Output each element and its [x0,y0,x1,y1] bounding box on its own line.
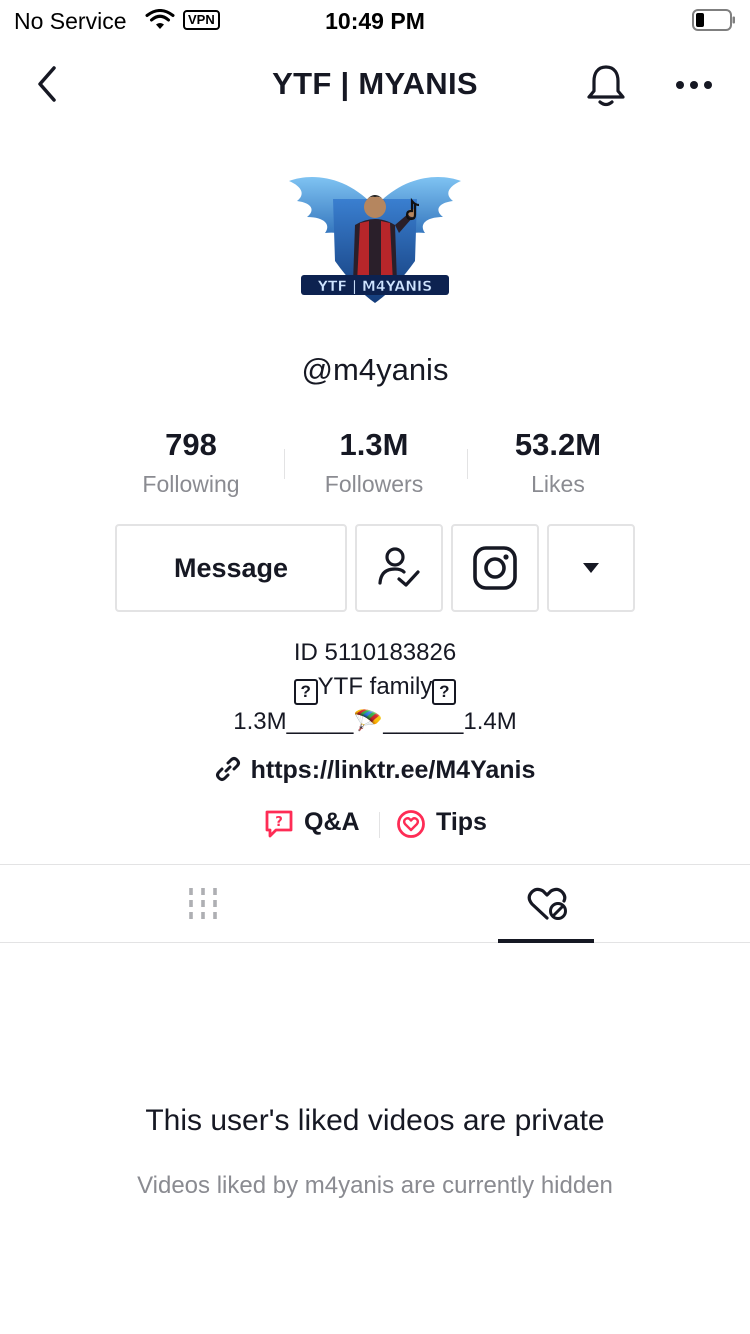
empty-state-subtitle: Videos liked by m4yanis are currently hi… [137,1172,613,1199]
caret-down-icon [583,563,599,573]
unknown-glyph-icon: ? [293,679,318,705]
stat-following[interactable]: 798 Following [96,425,286,503]
clock: 10:49 PM [325,8,425,34]
tab-liked[interactable] [375,865,750,943]
videos-grid-icon [189,888,217,919]
following-status-button[interactable] [355,524,443,612]
bell-icon[interactable] [584,62,628,108]
stat-likes[interactable]: 53.2M Likes [463,425,653,503]
bio-link[interactable]: https://linktr.ee/M4Yanis [0,756,750,785]
instagram-icon [473,546,517,590]
profile-stats: 798 Following 1.3M Followers 53.2M Likes [0,425,750,505]
profile-actions: Message [0,524,750,612]
suggested-accounts-button[interactable] [547,524,635,612]
svg-text:?: ? [275,815,283,830]
qa-label: Q&A [304,808,360,836]
bio-line-milestone: 1.3M_____🪂______1.4M [0,705,750,739]
tips-heart-icon [397,810,425,838]
bio-line-family: ? YTF family? [0,670,750,705]
avatar-logo-text: YTF | M4YANIS [317,279,432,295]
parachute-emoji: 🪂 [353,708,384,735]
following-count: 798 [165,427,217,462]
tab-videos[interactable] [0,865,375,943]
instagram-button[interactable] [451,524,539,612]
likes-count: 53.2M [514,427,602,462]
qa-icon: ? [265,810,293,838]
more-options-icon[interactable] [672,70,716,100]
empty-state-title: This user's liked videos are private [145,1104,605,1137]
following-label: Following [142,471,240,497]
username: @m4yanis [301,352,449,387]
link-icon [215,757,240,781]
profile-bio: ID 5110183826 ? YTF family? 1.3M_____🪂___… [0,636,750,739]
stat-followers[interactable]: 1.3M Followers [279,425,469,503]
extras-divider [379,812,380,838]
bio-family-text: YTF family [317,673,433,700]
followers-label: Followers [324,471,424,497]
unknown-glyph-icon: ? [432,679,457,705]
profile-extras: ? Q&A Tips [0,806,750,842]
active-tab-indicator [498,939,594,943]
message-button[interactable]: Message [115,524,347,612]
avatar[interactable]: YTF | M4YANIS [285,165,465,310]
likes-label: Likes [531,471,585,497]
status-bar: No Service VPN 10:49 PM [0,0,750,40]
battery-icon [692,9,735,31]
user-check-icon [378,547,420,587]
bio-milestone-end: ______1.4M [383,708,517,735]
bio-line-id: ID 5110183826 [293,639,457,666]
tips-label: Tips [436,808,487,836]
followers-count: 1.3M [339,427,409,462]
private-liked-icon [527,887,567,920]
tabs-divider [0,942,750,943]
bio-milestone-start: 1.3M_____ [233,708,354,735]
top-nav: YTF | MYANIS [0,40,750,128]
bio-link-text: https://linktr.ee/M4Yanis [250,756,536,784]
page-title: YTF | MYANIS [272,66,478,101]
